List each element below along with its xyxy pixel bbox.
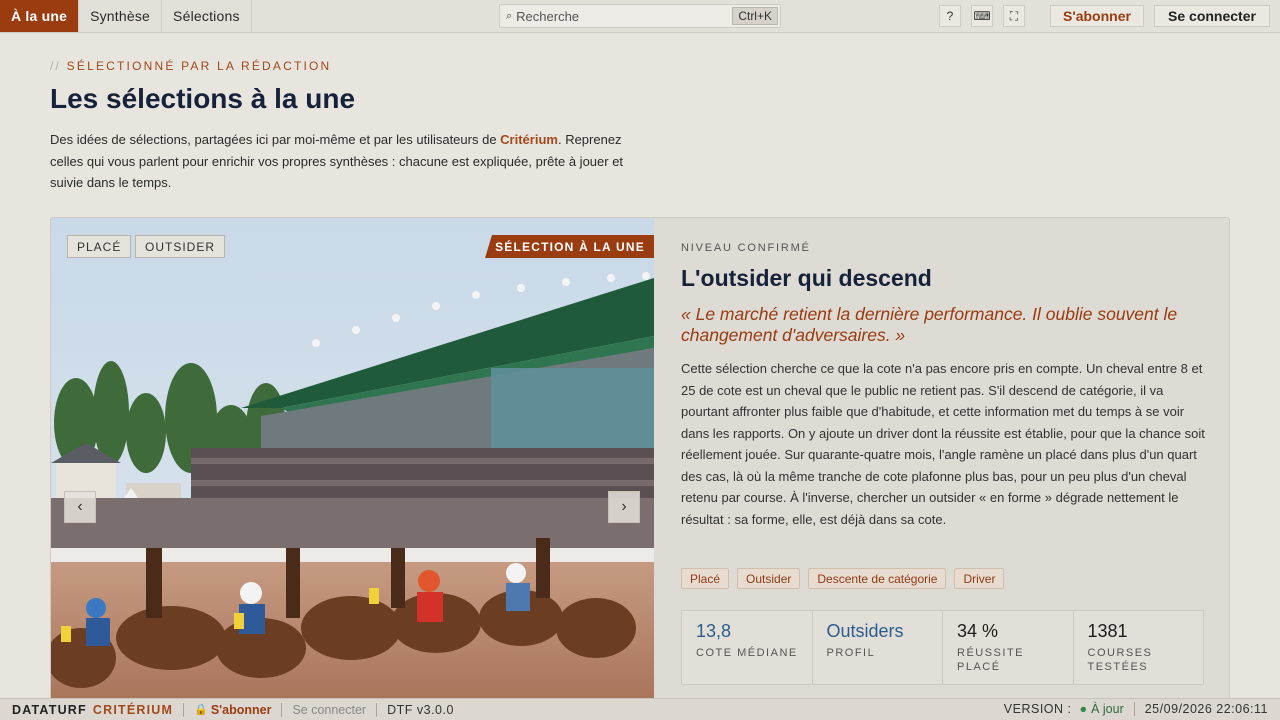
stat-cote-mediane: 13,8 COTE MÉDIANE [682, 611, 813, 684]
search-shortcut: Ctrl+K [732, 7, 778, 25]
race-photo: PLACÉ OUTSIDER SÉLECTION À LA UNE ‹ › [51, 218, 654, 698]
status-brand: DATATURF [12, 702, 87, 717]
login-button[interactable]: Se connecter [1154, 5, 1270, 27]
featured-selection-card: PLACÉ OUTSIDER SÉLECTION À LA UNE ‹ › NI… [50, 217, 1230, 707]
search-icon: ⌕ [506, 9, 513, 22]
carousel-next-button[interactable]: › [608, 491, 640, 523]
search-input[interactable] [516, 8, 717, 24]
subscribe-button[interactable]: S'abonner [1050, 5, 1144, 27]
status-version-code: DTF v3.0.0 [387, 702, 454, 717]
tag-place[interactable]: Placé [681, 568, 730, 589]
chip-place: PLACÉ [67, 235, 132, 258]
help-icon[interactable]: ? [939, 5, 961, 27]
lock-icon: 🔒 [194, 704, 208, 716]
status-login-link[interactable]: Se connecter [292, 703, 366, 717]
intro-brand-link[interactable]: Critérium [500, 132, 558, 147]
stat-value: 13,8 [696, 621, 732, 641]
stat-label: COTE MÉDIANE [696, 647, 798, 659]
stat-label: PROFIL [826, 647, 876, 659]
keyboard-icon[interactable]: ⌨ [971, 5, 993, 27]
level-label: NIVEAU CONFIRMÉ [681, 242, 811, 254]
chip-outsider: OUTSIDER [135, 235, 226, 258]
stat-reussite-place: 34 % RÉUSSITE PLACÉ [943, 611, 1074, 684]
race-photo-illustration [51, 218, 654, 698]
search-box[interactable]: ⌕ Ctrl+K [499, 4, 781, 28]
eyebrow-text: SÉLECTIONNÉ PAR LA RÉDACTION [66, 59, 332, 73]
section-eyebrow: // SÉLECTIONNÉ PAR LA RÉDACTION [50, 59, 331, 73]
stat-profil: Outsiders PROFIL [813, 611, 943, 684]
featured-badge: SÉLECTION À LA UNE [485, 235, 654, 258]
intro-before: Des idées de sélections, partagées ici p… [50, 132, 501, 147]
status-subscribe-link[interactable]: S'abonner [211, 703, 272, 717]
carousel-prev-button[interactable]: ‹ [64, 491, 96, 523]
stat-label: RÉUSSITE PLACÉ [957, 647, 1025, 673]
status-datetime: 25/09/2026 22:06:11 [1144, 702, 1268, 716]
status-divider [183, 702, 185, 717]
stat-value: 1381 [1087, 621, 1128, 641]
selection-title: L'outsider qui descend [681, 265, 932, 291]
status-bar: DATATURF CRITÉRIUM 🔒 S'abonner Se connec… [0, 698, 1280, 720]
tab-synthese[interactable]: Synthèse [79, 0, 163, 32]
eyebrow-slashes: // [50, 59, 61, 73]
intro-text: Des idées de sélections, partagées ici p… [50, 129, 650, 194]
tag-descente-categorie[interactable]: Descente de catégorie [808, 568, 947, 589]
status-divider [1133, 702, 1135, 716]
stat-value: Outsiders [826, 621, 904, 641]
tab-selections[interactable]: Sélections [162, 0, 252, 32]
tab-a-la-une[interactable]: À la une [0, 0, 80, 32]
stat-label: COURSES TESTÉES [1087, 647, 1153, 673]
status-ok-dot-icon: ● [1079, 702, 1088, 716]
tag-outsider[interactable]: Outsider [737, 568, 801, 589]
stat-value: 34 % [957, 621, 999, 641]
tag-driver[interactable]: Driver [954, 568, 1005, 589]
stat-courses-testees: 1381 COURSES TESTÉES [1074, 611, 1204, 684]
status-version-state: À jour [1091, 702, 1124, 716]
selection-quote: « Le marché retient la dernière performa… [681, 304, 1178, 345]
status-divider [281, 702, 283, 717]
selection-stats: 13,8 COTE MÉDIANE Outsiders PROFIL 34 % … [681, 610, 1204, 685]
status-right: VERSION : ● À jour 25/09/2026 22:06:11 [1004, 702, 1268, 716]
fullscreen-icon[interactable]: ⛶ [1003, 5, 1025, 27]
top-bar: À la une Synthèse Sélections ⌕ Ctrl+K ? … [0, 0, 1280, 33]
status-divider [376, 702, 378, 717]
status-version-label: VERSION : [1003, 702, 1072, 716]
status-brand-criterium: CRITÉRIUM [92, 702, 174, 717]
selection-tags: Placé Outsider Descente de catégorie Dri… [681, 568, 1005, 589]
selection-description: Cette sélection cherche ce que la cote n… [681, 361, 1205, 527]
main-tabs: À la une Synthèse Sélections [0, 0, 252, 32]
page-title: Les sélections à la une [50, 83, 356, 114]
